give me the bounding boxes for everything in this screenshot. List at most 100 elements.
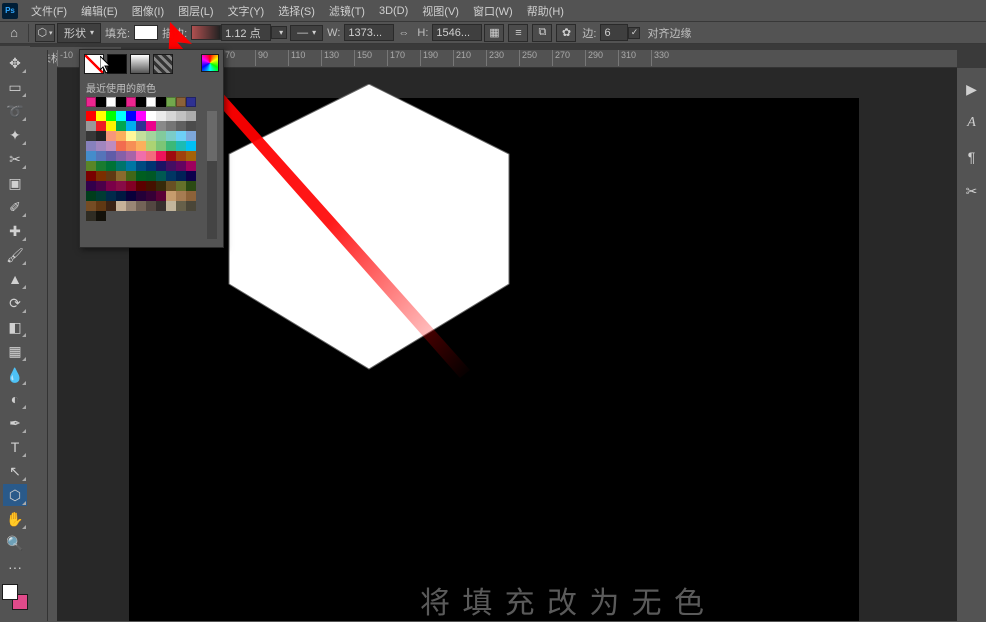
color-swatch[interactable] [186, 161, 196, 171]
color-swatch[interactable] [186, 181, 196, 191]
color-swatch[interactable] [96, 171, 106, 181]
menu-view[interactable]: 视图(V) [415, 1, 466, 21]
color-swatch[interactable] [126, 151, 136, 161]
menu-edit[interactable]: 编辑(E) [74, 1, 125, 21]
color-swatch[interactable] [86, 151, 96, 161]
color-swatch[interactable] [106, 141, 116, 151]
path-ops-button[interactable]: ▦ [484, 24, 504, 42]
fg-color-swatch[interactable] [2, 584, 18, 600]
menu-help[interactable]: 帮助(H) [520, 1, 571, 21]
color-swatch[interactable] [186, 121, 196, 131]
color-swatch[interactable] [126, 121, 136, 131]
swatch-scrollbar[interactable] [207, 111, 217, 239]
tool-hand[interactable]: ✋ [3, 508, 27, 530]
color-swatch[interactable] [166, 171, 176, 181]
color-swatch[interactable] [116, 141, 126, 151]
tool-history[interactable]: ⟳ [3, 292, 27, 314]
color-swatch[interactable] [86, 201, 96, 211]
color-swatch[interactable] [106, 111, 116, 121]
color-swatch[interactable] [136, 141, 146, 151]
color-swatch[interactable] [86, 131, 96, 141]
recent-swatch[interactable] [86, 97, 96, 107]
color-swatch[interactable] [126, 201, 136, 211]
menu-select[interactable]: 选择(S) [271, 1, 322, 21]
panel-paragraph-icon[interactable]: ¶ [961, 146, 983, 168]
color-swatch[interactable] [116, 151, 126, 161]
recent-swatch[interactable] [176, 97, 186, 107]
fill-swatch[interactable] [134, 25, 158, 40]
tool-preset-button[interactable]: ⬡▾ [35, 24, 55, 42]
color-swatch[interactable] [176, 111, 186, 121]
fill-pattern-button[interactable] [153, 54, 173, 74]
tool-move[interactable]: ✥ [3, 52, 27, 74]
fg-bg-swatch[interactable] [2, 584, 28, 610]
color-swatch[interactable] [156, 131, 166, 141]
canvas[interactable] [129, 98, 859, 621]
color-picker-button[interactable] [201, 54, 219, 72]
color-swatch[interactable] [86, 181, 96, 191]
menu-type[interactable]: 文字(Y) [221, 1, 272, 21]
color-swatch[interactable] [166, 121, 176, 131]
color-swatch[interactable] [156, 191, 166, 201]
recent-swatch[interactable] [116, 97, 126, 107]
color-swatch[interactable] [166, 191, 176, 201]
color-swatch[interactable] [166, 201, 176, 211]
hexagon-shape[interactable] [219, 84, 519, 374]
color-swatch[interactable] [166, 131, 176, 141]
color-swatch[interactable] [96, 131, 106, 141]
tool-healing[interactable]: ✚ [3, 220, 27, 242]
stroke-swatch[interactable] [191, 25, 221, 40]
color-swatch[interactable] [146, 131, 156, 141]
color-swatch[interactable] [106, 161, 116, 171]
tool-stamp[interactable]: ▲ [3, 268, 27, 290]
recent-swatch[interactable] [166, 97, 176, 107]
home-button[interactable]: ⌂ [4, 23, 24, 43]
tool-dodge[interactable]: ◐ [3, 388, 27, 410]
link-wh-icon[interactable]: ⇔ [398, 27, 409, 39]
color-swatch[interactable] [146, 121, 156, 131]
menu-window[interactable]: 窗口(W) [466, 1, 520, 21]
color-swatch[interactable] [156, 151, 166, 161]
tool-crop[interactable]: ✂ [3, 148, 27, 170]
color-swatch[interactable] [136, 171, 146, 181]
color-swatch[interactable] [146, 201, 156, 211]
color-swatch[interactable] [176, 131, 186, 141]
color-swatch[interactable] [116, 121, 126, 131]
tool-wand[interactable]: ✦ [3, 124, 27, 146]
color-swatch[interactable] [126, 161, 136, 171]
settings-gear-icon[interactable]: ✿ [556, 24, 576, 42]
color-swatch[interactable] [86, 161, 96, 171]
menu-file[interactable]: 文件(F) [24, 1, 74, 21]
color-swatch[interactable] [116, 171, 126, 181]
color-swatch[interactable] [136, 191, 146, 201]
color-swatch[interactable] [146, 161, 156, 171]
recent-swatch[interactable] [96, 97, 106, 107]
color-swatch[interactable] [146, 181, 156, 191]
recent-swatch[interactable] [146, 97, 156, 107]
color-swatch[interactable] [186, 151, 196, 161]
fill-solid-button[interactable] [107, 54, 127, 74]
color-swatch[interactable] [116, 111, 126, 121]
recent-swatch[interactable] [186, 97, 196, 107]
color-swatch[interactable] [186, 131, 196, 141]
color-swatch[interactable] [176, 161, 186, 171]
menu-3d[interactable]: 3D(D) [372, 3, 415, 19]
tool-eyedropper[interactable]: ✐ [3, 196, 27, 218]
height-input[interactable] [432, 24, 482, 41]
color-swatch[interactable] [176, 201, 186, 211]
color-swatch[interactable] [166, 141, 176, 151]
color-swatch[interactable] [166, 161, 176, 171]
color-swatch[interactable] [96, 121, 106, 131]
tool-more[interactable]: ··· [3, 556, 27, 578]
stroke-dash-select[interactable]: —▾ [290, 25, 323, 41]
color-swatch[interactable] [156, 121, 166, 131]
color-swatch[interactable] [96, 201, 106, 211]
color-swatch[interactable] [96, 211, 106, 221]
color-swatch[interactable] [106, 201, 116, 211]
color-swatch[interactable] [106, 171, 116, 181]
panel-letter-icon[interactable]: A [961, 112, 983, 134]
color-swatch[interactable] [186, 201, 196, 211]
color-swatch[interactable] [126, 131, 136, 141]
color-swatch[interactable] [186, 141, 196, 151]
color-swatch[interactable] [126, 191, 136, 201]
